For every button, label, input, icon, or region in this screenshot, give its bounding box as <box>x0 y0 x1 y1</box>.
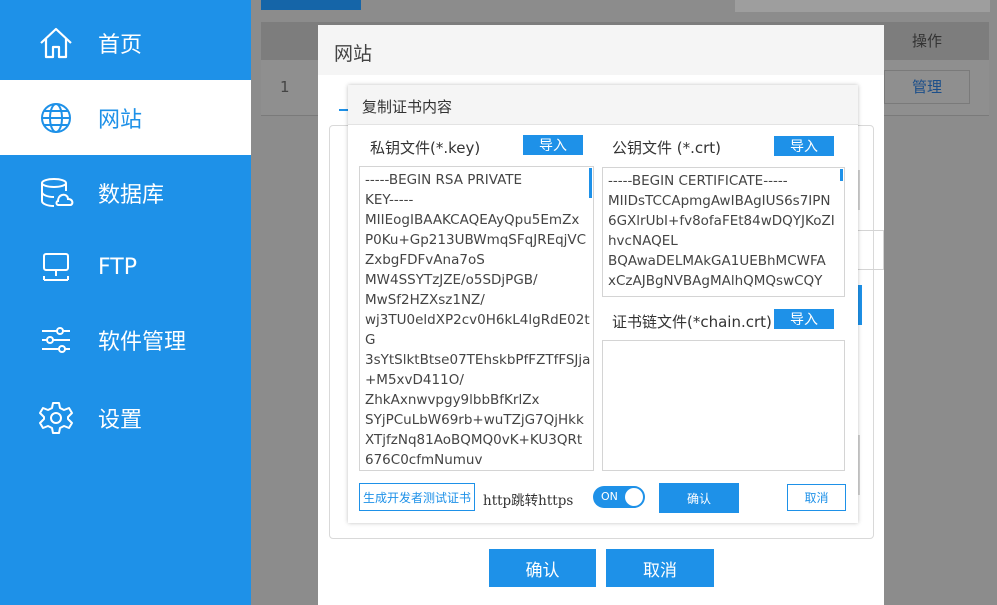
private-key-textarea[interactable]: -----BEGIN RSA PRIVATE KEY----- MIIEogIB… <box>359 166 594 471</box>
public-cert-content: -----BEGIN CERTIFICATE----- MIIDsTCCApmg… <box>608 173 835 289</box>
create-site-button <box>261 0 361 10</box>
private-key-content: -----BEGIN RSA PRIVATE KEY----- MIIEogIB… <box>365 172 591 468</box>
public-cert-scrollbar[interactable] <box>840 169 843 181</box>
import-crt-button[interactable]: 导入 <box>774 136 834 156</box>
cert-dialog-header: 复制证书内容 <box>348 85 858 125</box>
cert-confirm-button[interactable]: 确认 <box>659 483 739 513</box>
home-icon <box>36 23 76 63</box>
outer-dialog-right-edge <box>858 170 884 520</box>
toggle-state-label: ON <box>601 490 618 503</box>
globe-icon <box>36 98 76 138</box>
cert-content-dialog: 复制证书内容 私钥文件(*.key) 导入 -----BEGIN RSA PRI… <box>348 85 858 523</box>
https-redirect-label: http跳转https <box>483 493 574 509</box>
cert-chain-label: 证书链文件(*chain.crt) <box>612 313 772 331</box>
sidebar-item-label: 数据库 <box>98 182 165 208</box>
sidebar-item-label: 网站 <box>98 107 143 133</box>
cert-chain-textarea[interactable] <box>602 340 845 471</box>
cert-chain-content <box>603 341 844 347</box>
import-key-button[interactable]: 导入 <box>523 135 583 155</box>
https-redirect-toggle[interactable]: ON <box>593 486 645 508</box>
toggle-knob <box>625 488 643 506</box>
ftp-server-icon <box>36 248 76 288</box>
search-box <box>735 0 990 12</box>
site-dialog-title: 网站 <box>334 43 373 65</box>
private-key-scrollbar[interactable] <box>589 168 592 198</box>
cert-dialog-title: 复制证书内容 <box>362 98 453 116</box>
cert-cancel-button[interactable]: 取消 <box>787 484 846 511</box>
sidebar-item-label: 首页 <box>98 32 143 58</box>
sidebar-item-software[interactable]: 软件管理 <box>0 302 251 377</box>
table-row-number: 1 <box>280 78 290 96</box>
site-dialog-header: 网站 <box>318 25 884 75</box>
sidebar-item-label: 设置 <box>98 407 143 433</box>
sidebar-item-home[interactable]: 首页 <box>0 5 251 80</box>
sidebar-item-settings[interactable]: 设置 <box>0 380 251 455</box>
manage-button: 管理 <box>884 70 970 104</box>
public-cert-label: 公钥文件 (*.crt) <box>612 139 722 157</box>
gear-icon <box>36 398 76 438</box>
generate-test-cert-button[interactable]: 生成开发者测试证书 <box>359 483 475 511</box>
sidebar-item-label: 软件管理 <box>98 329 187 355</box>
sidebar-item-database[interactable]: 数据库 <box>0 155 251 230</box>
site-dialog-cancel-button[interactable]: 取消 <box>606 549 714 587</box>
public-cert-textarea[interactable]: -----BEGIN CERTIFICATE----- MIIDsTCCApmg… <box>602 167 845 297</box>
sidebar: 首页 网站 数据库 FTP 软件管理 设置 <box>0 0 251 605</box>
import-chain-button[interactable]: 导入 <box>774 309 834 329</box>
private-key-label: 私钥文件(*.key) <box>370 139 481 157</box>
sidebar-item-website[interactable]: 网站 <box>0 80 251 155</box>
sidebar-item-label: FTP <box>98 255 137 280</box>
sliders-icon <box>36 320 76 360</box>
site-dialog-ok-button[interactable]: 确认 <box>489 549 596 587</box>
database-icon <box>36 173 76 213</box>
sidebar-item-ftp[interactable]: FTP <box>0 230 251 305</box>
table-header-operation: 操作 <box>911 32 942 50</box>
